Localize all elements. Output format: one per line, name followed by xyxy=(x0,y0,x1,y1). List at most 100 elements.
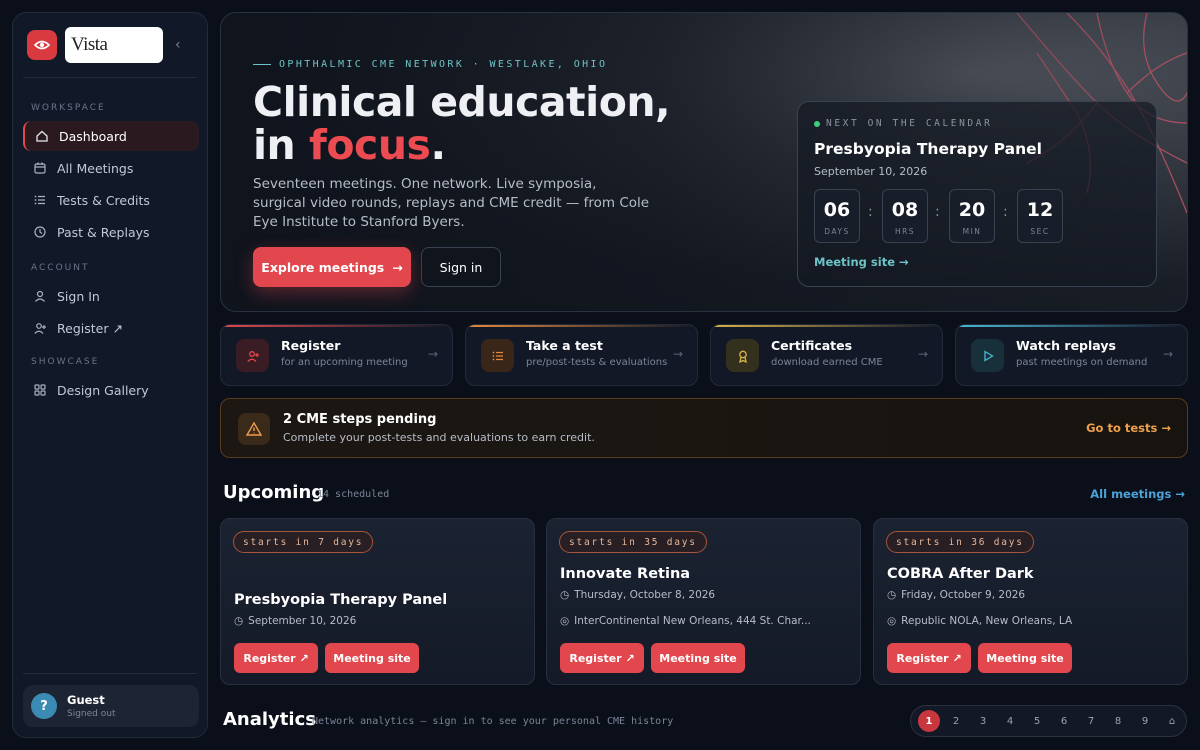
hero-title: Clinical education, in focus. xyxy=(253,78,671,169)
explore-meetings-button[interactable]: Explore meetings → xyxy=(253,247,411,287)
upcoming-count: 14 scheduled xyxy=(317,489,390,500)
section-label-account: ACCOUNT xyxy=(31,263,90,273)
sidebar-item-label: All Meetings xyxy=(57,160,134,176)
avatar: ? xyxy=(31,693,57,719)
quick-card-title: Certificates xyxy=(771,338,853,353)
sidebar-item-past-replays[interactable]: Past & Replays xyxy=(23,217,199,247)
quick-card-take-test[interactable]: Take a test pre/post-tests & evaluations… xyxy=(465,324,698,386)
clock-icon: ◷ xyxy=(887,589,897,601)
arrow-right-icon: → xyxy=(1161,421,1171,435)
pagination: 1 2 3 4 5 6 7 8 9 ⌂ xyxy=(910,705,1187,737)
countdown-hours: 08 HRS xyxy=(882,189,928,243)
meeting-site-button[interactable]: Meeting site xyxy=(978,643,1072,673)
sign-in-button[interactable]: Sign in xyxy=(421,247,501,287)
sidebar-item-design-gallery[interactable]: Design Gallery xyxy=(23,375,199,405)
sidebar-item-label: Dashboard xyxy=(59,128,127,144)
sidebar-item-all-meetings[interactable]: All Meetings xyxy=(23,153,199,183)
register-button[interactable]: Register ↗ xyxy=(560,643,644,673)
section-label-showcase: SHOWCASE xyxy=(31,357,100,367)
clock-icon: ◷ xyxy=(234,615,244,627)
countdown-seconds: 12 SEC xyxy=(1017,189,1063,243)
starts-in-badge: starts in 35 days xyxy=(559,531,707,553)
user-card[interactable]: ? Guest Signed out xyxy=(23,685,199,727)
clock-icon: ◷ xyxy=(560,589,570,601)
collapse-sidebar-icon[interactable]: ‹ xyxy=(175,37,181,53)
meeting-title: Presbyopia Therapy Panel xyxy=(234,592,448,608)
meeting-site-link[interactable]: Meeting site → xyxy=(814,255,909,269)
arrow-right-icon: → xyxy=(917,347,928,361)
vista-logo: Vista xyxy=(65,27,163,63)
meeting-location: ◎ Republic NOLA, New Orleans, LA xyxy=(887,615,1073,627)
page-button-6[interactable]: 6 xyxy=(1053,710,1075,732)
cme-pending-alert: 2 CME steps pending Complete your post-t… xyxy=(220,398,1188,458)
user-icon xyxy=(35,290,45,302)
sidebar: Vista ‹ WORKSPACE Dashboard All Meetings… xyxy=(12,12,208,738)
go-to-tests-link[interactable]: Go to tests → xyxy=(1086,421,1171,435)
meeting-site-button[interactable]: Meeting site xyxy=(651,643,745,673)
arrow-right-icon: → xyxy=(392,259,403,275)
register-button[interactable]: Register ↗ xyxy=(234,643,318,673)
warning-icon xyxy=(238,413,270,445)
alert-title: 2 CME steps pending xyxy=(283,412,437,427)
sidebar-item-tests-credits[interactable]: Tests & Credits xyxy=(23,185,199,215)
meeting-site-button[interactable]: Meeting site xyxy=(325,643,419,673)
page-button-3[interactable]: 3 xyxy=(972,710,994,732)
next-kicker: NEXT ON THE CALENDAR xyxy=(814,118,992,129)
sidebar-item-dashboard[interactable]: Dashboard xyxy=(23,121,199,151)
list-icon xyxy=(481,339,514,372)
calendar-icon xyxy=(34,162,46,174)
divider xyxy=(23,77,197,78)
quick-card-title: Register xyxy=(281,338,341,353)
user-plus-icon xyxy=(34,323,46,334)
list-icon xyxy=(34,195,45,205)
quick-card-watch-replays[interactable]: Watch replays past meetings on demand → xyxy=(955,324,1188,386)
pin-icon: ◎ xyxy=(560,615,570,627)
page-button-7[interactable]: 7 xyxy=(1080,710,1102,732)
meeting-card: starts in 35 days Innovate Retina ◷ Thurs… xyxy=(546,518,861,685)
eye-logo-button[interactable] xyxy=(27,30,57,60)
page-button-1[interactable]: 1 xyxy=(918,710,940,732)
quick-card-sub: for an upcoming meeting xyxy=(281,357,408,368)
analytics-sub: Network analytics — sign in to see your … xyxy=(312,716,674,727)
starts-in-badge: starts in 7 days xyxy=(233,531,374,553)
page-button-4[interactable]: 4 xyxy=(999,710,1021,732)
meeting-date: ◷ September 10, 2026 xyxy=(234,615,357,627)
meeting-card: starts in 36 days COBRA After Dark ◷ Frid… xyxy=(873,518,1188,685)
page-button-5[interactable]: 5 xyxy=(1026,710,1048,732)
sidebar-item-label: Past & Replays xyxy=(57,224,150,240)
divider xyxy=(23,673,197,674)
eye-icon xyxy=(34,40,50,50)
sidebar-item-register[interactable]: Register ↗ xyxy=(23,313,199,343)
register-button[interactable]: Register ↗ xyxy=(887,643,971,673)
live-dot-icon xyxy=(814,120,820,127)
quick-card-sub: download earned CME xyxy=(771,357,883,368)
quick-card-certificates[interactable]: Certificates download earned CME → xyxy=(710,324,943,386)
sidebar-item-label: Register ↗ xyxy=(57,320,123,336)
home-icon xyxy=(36,130,48,142)
home-icon[interactable]: ⌂ xyxy=(1161,710,1183,732)
next-meeting-date: September 10, 2026 xyxy=(814,165,928,178)
countdown-days: 06 DAYS xyxy=(814,189,860,243)
quick-card-sub: past meetings on demand xyxy=(1016,357,1148,368)
sidebar-item-label: Sign In xyxy=(57,288,100,304)
quick-card-register[interactable]: Register for an upcoming meeting → xyxy=(220,324,453,386)
page-button-8[interactable]: 8 xyxy=(1107,710,1129,732)
analytics-title: Analytics xyxy=(223,709,316,730)
meeting-date: ◷ Thursday, October 8, 2026 xyxy=(560,589,716,601)
sidebar-item-sign-in[interactable]: Sign In xyxy=(23,281,199,311)
next-meeting-card: NEXT ON THE CALENDAR Presbyopia Therapy … xyxy=(797,101,1157,287)
meeting-date: ◷ Friday, October 9, 2026 xyxy=(887,589,1026,601)
countdown-minutes: 20 MIN xyxy=(949,189,995,243)
sidebar-item-label: Tests & Credits xyxy=(57,192,150,208)
meeting-title: Innovate Retina xyxy=(560,566,691,582)
arrow-right-icon: → xyxy=(427,347,438,361)
brand: Vista xyxy=(27,27,163,63)
arrow-right-icon: → xyxy=(672,347,683,361)
page-button-9[interactable]: 9 xyxy=(1134,710,1156,732)
play-icon xyxy=(971,339,1004,372)
alert-sub: Complete your post-tests and evaluations… xyxy=(283,431,595,444)
all-meetings-link[interactable]: All meetings → xyxy=(1090,487,1185,501)
hero-kicker: OPHTHALMIC CME NETWORK · WESTLAKE, OHIO xyxy=(253,59,607,70)
page-button-2[interactable]: 2 xyxy=(945,710,967,732)
meeting-title: COBRA After Dark xyxy=(887,566,1034,582)
